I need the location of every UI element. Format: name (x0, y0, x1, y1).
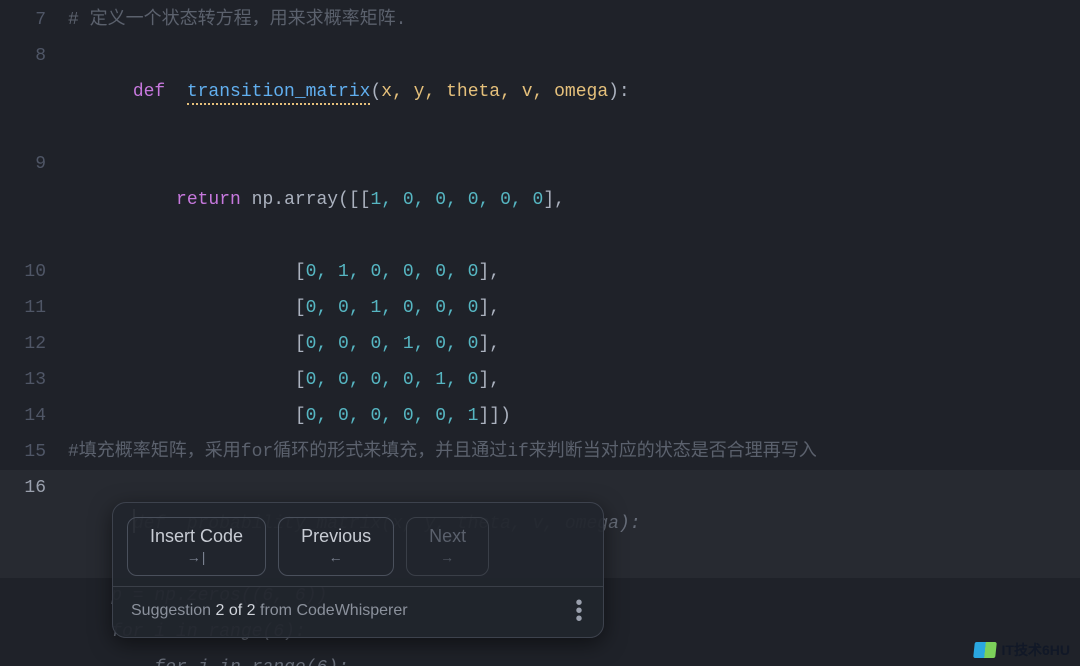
matrix-row: 0, 0, 0, 0, 0, 1 (306, 406, 479, 426)
more-menu-icon[interactable]: ••• (569, 597, 589, 625)
button-label: Previous (301, 526, 371, 547)
matrix-row: 1, 0, 0, 0, 0, 0 (371, 190, 544, 210)
code-line[interactable]: 8 def transition_matrix(x, y, theta, v, … (0, 38, 1080, 146)
function-name: transition_matrix (187, 82, 371, 105)
suggestion-actions: Insert Code →| Previous ← Next → (113, 503, 603, 586)
line-number: 16 (0, 470, 68, 506)
ghost-suggestion: for j in range(6): (68, 658, 349, 666)
code-line[interactable]: 15 #填充概率矩阵，采用for循环的形式来填充，并且通过if来判断当对应的状态… (0, 434, 1080, 470)
watermark-logo-icon (973, 642, 997, 658)
matrix-row: 0, 0, 0, 1, 0, 0 (306, 334, 479, 354)
keyword-return: return (176, 190, 241, 210)
previous-button[interactable]: Previous ← (278, 517, 394, 576)
code-line[interactable]: 11 [0, 0, 1, 0, 0, 0], (0, 290, 1080, 326)
comment-text: # 定义一个状态转方程，用来求概率矩阵. (68, 10, 406, 30)
code-line[interactable]: 9 return np.array([[1, 0, 0, 0, 0, 0], (0, 146, 1080, 254)
param-list: x, y, theta, v, omega (381, 82, 608, 102)
keyboard-hint: ← (329, 549, 344, 565)
line-number: 11 (0, 290, 68, 326)
code-line[interactable]: 7 # 定义一个状态转方程，用来求概率矩阵. (0, 2, 1080, 38)
matrix-row: 0, 0, 0, 0, 1, 0 (306, 370, 479, 390)
line-number: 14 (0, 398, 68, 434)
matrix-row: 0, 1, 0, 0, 0, 0 (306, 262, 479, 282)
line-number: 8 (0, 38, 68, 74)
line-number: 12 (0, 326, 68, 362)
watermark: IT技术6HU (974, 640, 1070, 660)
code-line[interactable]: 14 [0, 0, 0, 0, 0, 1]]) (0, 398, 1080, 434)
line-number: 9 (0, 146, 68, 182)
code-line[interactable]: 13 [0, 0, 0, 0, 1, 0], (0, 362, 1080, 398)
suggestion-status-row: Suggestion 2 of 2 from CodeWhisperer ••• (113, 586, 603, 637)
line-number: 10 (0, 254, 68, 290)
line-number: 13 (0, 362, 68, 398)
watermark-text: IT技术6HU (1002, 640, 1070, 660)
insert-code-button[interactable]: Insert Code →| (127, 517, 266, 576)
matrix-row: 0, 0, 1, 0, 0, 0 (306, 298, 479, 318)
keyboard-hint: → (440, 549, 455, 565)
next-button[interactable]: Next → (406, 517, 489, 576)
button-label: Insert Code (150, 526, 243, 547)
line-number: 15 (0, 434, 68, 470)
keyboard-hint: →| (187, 549, 207, 565)
button-label: Next (429, 526, 466, 547)
code-line[interactable]: for j in range(6): (0, 650, 1080, 666)
line-number: 7 (0, 2, 68, 38)
code-line[interactable]: 12 [0, 0, 0, 1, 0, 0], (0, 326, 1080, 362)
keyword-def: def (133, 82, 165, 102)
comment-text: #填充概率矩阵，采用for循环的形式来填充，并且通过if来判断当对应的状态是否合… (68, 442, 817, 462)
suggestion-panel: Insert Code →| Previous ← Next → Suggest… (112, 502, 604, 638)
suggestion-status: Suggestion 2 of 2 from CodeWhisperer (131, 602, 408, 620)
code-line[interactable]: 10 [0, 1, 0, 0, 0, 0], (0, 254, 1080, 290)
